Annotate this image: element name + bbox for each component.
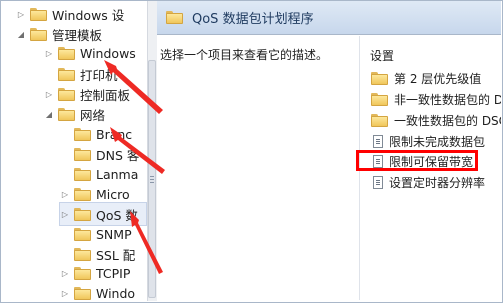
settings-item-label: 非一致性数据包的 DS	[394, 92, 501, 107]
folder-icon	[58, 107, 75, 121]
folder-icon	[74, 207, 91, 221]
collapse-arrow-icon[interactable]: ◢	[16, 29, 26, 39]
tree-item-printers[interactable]: 打印机	[44, 63, 118, 85]
tree-item-tcpip[interactable]: ▷ TCPIP	[60, 262, 130, 284]
tree-item-microsoft[interactable]: ▷ Micro	[60, 183, 130, 205]
tree-item-label: 打印机	[80, 67, 118, 83]
tree-item-snmp[interactable]: SNMP	[60, 223, 132, 245]
folder-icon	[58, 67, 75, 81]
settings-item-nonconforming-dscp[interactable]: 非一致性数据包的 DS	[368, 89, 501, 109]
settings-item-limit-outstanding[interactable]: 限制未完成数据包	[368, 131, 485, 151]
folder-icon	[74, 247, 91, 261]
settings-item-l2-priority[interactable]: 第 2 层优先级值	[368, 68, 481, 88]
folder-icon	[74, 286, 91, 300]
folder-icon	[371, 113, 388, 127]
tree-item-qos[interactable]: ▷ QoS 数	[59, 202, 147, 226]
tree-item-label: Windows 设	[52, 7, 125, 23]
expand-arrow-icon	[60, 149, 70, 159]
tree-item-label: SNMP	[96, 226, 132, 242]
expand-arrow-icon[interactable]: ▷	[60, 288, 70, 298]
folder-icon	[74, 266, 91, 280]
folder-icon	[74, 147, 91, 161]
policy-setting-icon	[373, 134, 383, 148]
tree-item-label: TCPIP	[96, 265, 131, 281]
tree-item-windows-connect[interactable]: ▷ Windo	[60, 282, 135, 301]
tree-item-label: Windows	[80, 45, 136, 61]
settings-item-timer-resolution[interactable]: 设置定时器分辨率	[368, 172, 485, 192]
tree-item-branchcache[interactable]: Branc	[60, 123, 132, 145]
page-title: QoS 数据包计划程序	[192, 12, 314, 27]
tree-item-windows-components[interactable]: ▷ Windows	[44, 42, 136, 64]
expand-arrow-icon	[60, 169, 70, 179]
expand-arrow-icon[interactable]: ▷	[44, 48, 54, 58]
expand-arrow-icon[interactable]: ▷	[60, 268, 70, 278]
collapse-arrow-icon[interactable]: ◢	[44, 109, 54, 119]
folder-icon	[74, 187, 91, 201]
tree-item-network[interactable]: ◢ 网络	[44, 103, 105, 125]
settings-item-label: 设置定时器分辨率	[389, 175, 486, 190]
folder-icon	[74, 227, 91, 241]
settings-column-header[interactable]: 设置	[370, 47, 394, 64]
tree-item-label: DNS 客	[96, 147, 140, 163]
expand-arrow-icon[interactable]: ▷	[60, 189, 70, 199]
tree-item-label: QoS 数	[96, 207, 138, 223]
description-text: 选择一个项目来查看它的描述。	[160, 48, 329, 62]
folder-icon	[166, 11, 183, 24]
expand-arrow-icon[interactable]: ▷	[60, 209, 70, 219]
details-header: QoS 数据包计划程序	[157, 1, 501, 35]
expand-arrow-icon[interactable]: ▷	[16, 9, 26, 19]
tree-item-label: Branc	[96, 126, 133, 142]
policy-tree: ▷ Windows 设 ◢ 管理模板 ▷ Windows 打印机 ▷ 控制面板 …	[1, 1, 147, 301]
settings-item-label: 限制未完成数据包	[389, 134, 486, 149]
tree-item-dns-client[interactable]: DNS 客	[60, 143, 139, 165]
folder-icon	[74, 167, 91, 181]
highlight-box	[356, 150, 478, 171]
expand-arrow-icon[interactable]: ▷	[44, 89, 54, 99]
tree-item-label: 管理模板	[52, 27, 103, 43]
tree-item-label: 控制面板	[80, 87, 131, 103]
tree-item-label: Micro	[96, 186, 130, 202]
expand-arrow-icon	[60, 229, 70, 239]
folder-icon	[30, 27, 47, 41]
expand-arrow-icon	[44, 69, 54, 79]
tree-item-control-panel[interactable]: ▷ 控制面板	[44, 83, 130, 105]
expand-arrow-icon	[60, 129, 70, 139]
folder-icon	[74, 127, 91, 141]
policy-setting-icon	[373, 175, 383, 189]
scroll-grip-icon	[150, 176, 154, 183]
tree-item-label: Windo	[96, 285, 136, 301]
settings-item-conforming-dscp[interactable]: 一致性数据包的 DSC	[368, 110, 501, 130]
settings-item-label: 第 2 层优先级值	[394, 71, 482, 86]
tree-item-lanman[interactable]: Lanma	[60, 163, 138, 185]
tree-item-label: SSL 配	[96, 247, 136, 263]
expand-arrow-icon	[60, 249, 70, 259]
folder-icon	[371, 71, 388, 85]
folder-icon	[30, 7, 47, 21]
folder-icon	[58, 46, 75, 60]
tree-item-label: 网络	[80, 107, 106, 123]
description-pane: 选择一个项目来查看它的描述。	[157, 36, 360, 300]
folder-icon	[58, 87, 75, 101]
settings-item-label: 一致性数据包的 DSC	[394, 113, 501, 128]
tree-item-label: Lanma	[96, 166, 139, 182]
folder-icon	[371, 92, 388, 106]
tree-item-windows-settings[interactable]: ▷ Windows 设	[16, 3, 124, 25]
